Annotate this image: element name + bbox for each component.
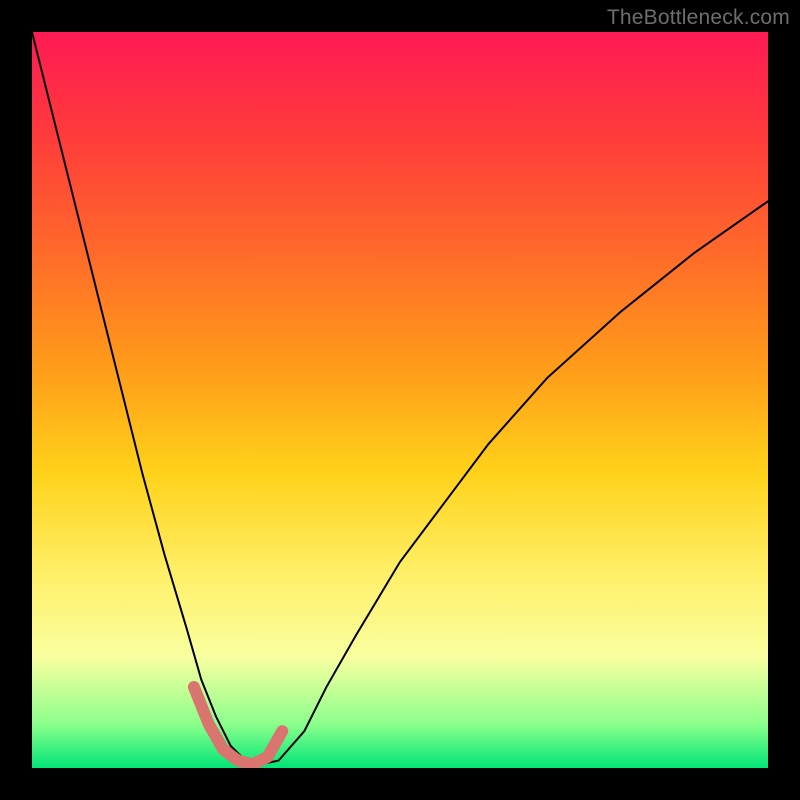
chart-frame: TheBottleneck.com <box>0 0 800 800</box>
watermark-label: TheBottleneck.com <box>607 6 790 30</box>
bottleneck-curve <box>32 32 768 764</box>
chart-plot-area <box>32 32 768 768</box>
chart-svg <box>32 32 768 768</box>
